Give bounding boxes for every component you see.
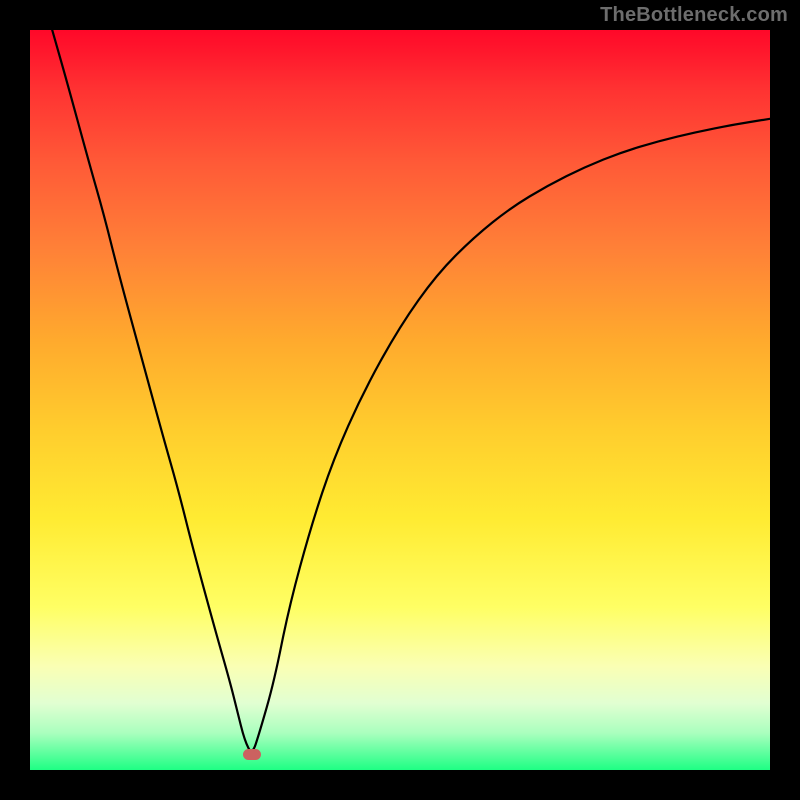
curve-path (52, 30, 770, 751)
plot-area (30, 30, 770, 770)
optimal-point-marker (243, 749, 261, 760)
bottleneck-curve (30, 30, 770, 770)
watermark-text: TheBottleneck.com (600, 4, 788, 27)
chart-frame: TheBottleneck.com (0, 0, 800, 800)
